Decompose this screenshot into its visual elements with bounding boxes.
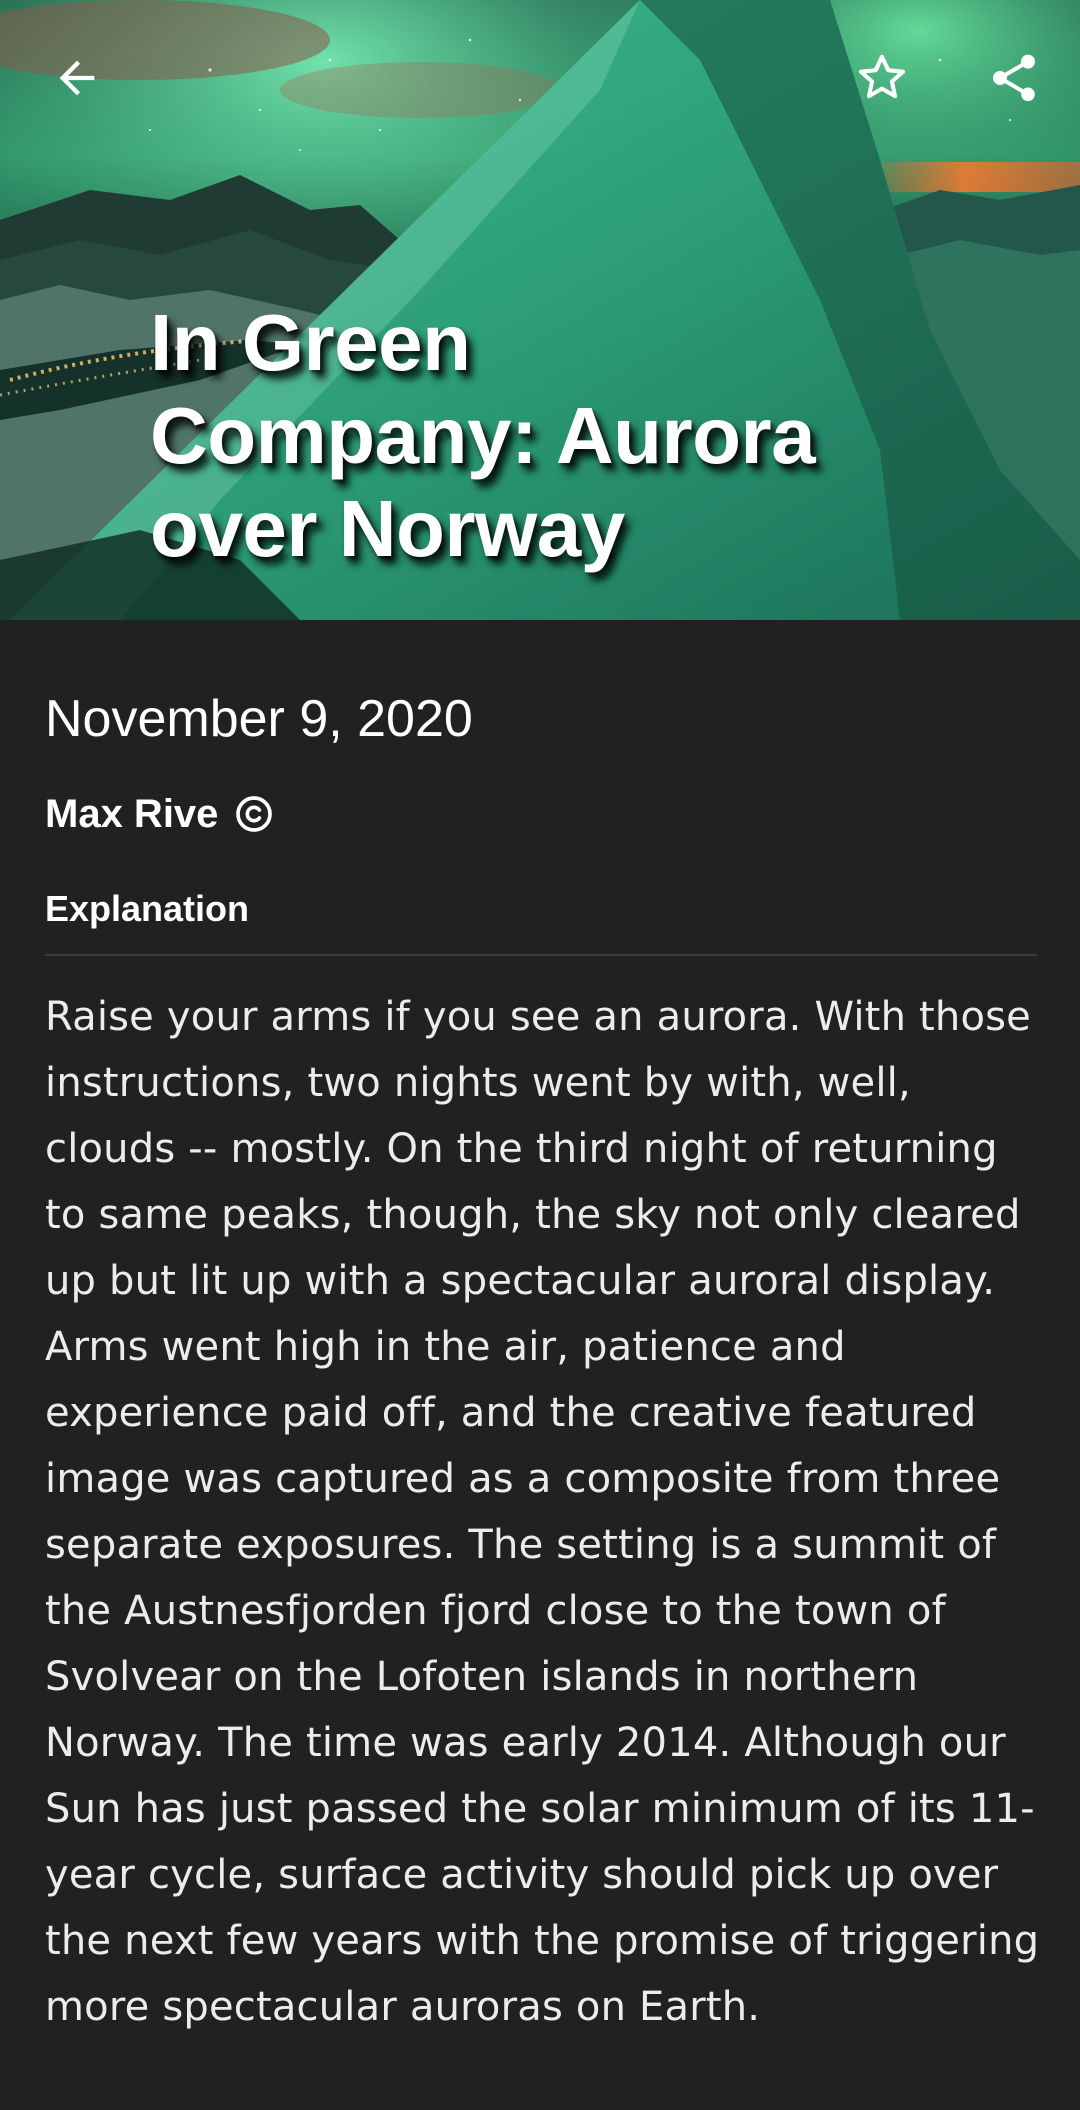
apod-detail-screen: In Green Company: Aurora over Norway Nov… [0,0,1080,2110]
arrow-left-icon [59,60,95,96]
share-icon [993,54,1035,102]
hero-image: In Green Company: Aurora over Norway [0,0,1080,620]
back-button[interactable] [29,30,125,126]
author-credit[interactable]: Max Rive [45,790,274,838]
copyright-icon [234,794,274,834]
star-outline-icon [858,54,906,99]
hero-title: In Green Company: Aurora over Norway [150,298,816,573]
favorite-button[interactable] [834,30,930,126]
divider [45,954,1037,956]
section-label: Explanation [45,888,250,929]
article-date: November 9, 2020 [45,690,473,748]
share-button[interactable] [966,30,1062,126]
explanation-text: Raise your arms if you see an aurora. Wi… [45,994,1040,2030]
author-name: Max Rive [45,792,219,836]
